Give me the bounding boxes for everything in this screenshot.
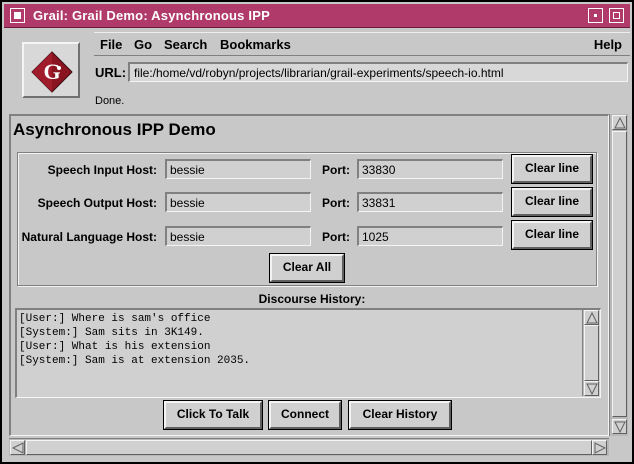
clear-line-button-3[interactable]: Clear line xyxy=(512,221,592,249)
history-scroll-up-button[interactable] xyxy=(584,310,599,325)
natural-language-host-label: Natural Language Host: xyxy=(21,230,157,244)
natural-language-port-label: Port: xyxy=(322,230,350,244)
history-scroll-thumb[interactable] xyxy=(584,325,599,381)
click-to-talk-button[interactable]: Click To Talk xyxy=(164,401,262,429)
speech-input-host-field[interactable]: bessie xyxy=(165,159,311,179)
page-scroll-thumb[interactable] xyxy=(612,131,627,417)
url-label: URL: xyxy=(95,65,127,80)
page-scroll-down-button[interactable] xyxy=(612,419,627,434)
speech-output-host-field[interactable]: bessie xyxy=(165,192,311,212)
page-scroll-left-button[interactable] xyxy=(10,440,25,455)
browser-window: Grail: Grail Demo: Asynchronous IPP G Fi… xyxy=(0,0,634,464)
menu-file[interactable]: File xyxy=(100,37,122,52)
speech-input-port-label: Port: xyxy=(322,163,350,177)
connect-button[interactable]: Connect xyxy=(269,401,341,429)
speech-input-port-field[interactable]: 33830 xyxy=(357,159,503,179)
page-title: Asynchronous IPP Demo xyxy=(13,120,216,139)
arrow-right-icon xyxy=(594,442,606,454)
history-line: [System:] Sam is at extension 2035. xyxy=(19,355,251,367)
minimize-button[interactable] xyxy=(588,8,603,23)
page-scroll-right-button[interactable] xyxy=(592,440,607,455)
maximize-icon xyxy=(613,12,620,19)
window-menu-icon xyxy=(14,12,21,19)
arrow-down-icon xyxy=(614,421,626,433)
status-text: Done. xyxy=(95,95,125,107)
menu-go[interactable]: Go xyxy=(134,37,152,52)
arrow-left-icon xyxy=(12,442,24,454)
speech-output-port-field[interactable]: 33831 xyxy=(357,192,503,212)
history-vertical-scrollbar[interactable] xyxy=(582,310,599,396)
arrow-up-icon xyxy=(614,117,626,129)
discourse-history-label: Discourse History: xyxy=(258,292,366,306)
window-menu-button[interactable] xyxy=(10,8,25,23)
history-lines: [User:] Where is sam's office [System:] … xyxy=(19,312,579,368)
grail-logo-icon: G xyxy=(31,51,73,93)
natural-language-port-field[interactable]: 1025 xyxy=(357,226,503,246)
history-line: [User:] What is his extension xyxy=(19,341,211,353)
page-scroll-up-button[interactable] xyxy=(612,115,627,130)
clear-history-button[interactable]: Clear History xyxy=(349,401,451,429)
natural-language-host-field[interactable]: bessie xyxy=(165,226,311,246)
history-scroll-down-button[interactable] xyxy=(584,381,599,396)
svg-text:G: G xyxy=(43,59,60,84)
clear-line-button-1[interactable]: Clear line xyxy=(512,155,592,183)
clear-line-button-2[interactable]: Clear line xyxy=(512,188,592,216)
speech-output-host-label: Speech Output Host: xyxy=(37,196,157,210)
speech-input-host-label: Speech Input Host: xyxy=(47,163,157,177)
speech-output-port-label: Port: xyxy=(322,196,350,210)
menu-search[interactable]: Search xyxy=(164,37,207,52)
minimize-icon xyxy=(594,14,597,17)
url-input[interactable]: file:/home/vd/robyn/projects/librarian/g… xyxy=(128,62,628,82)
window-title: Grail: Grail Demo: Asynchronous IPP xyxy=(33,8,270,23)
clear-all-button[interactable]: Clear All xyxy=(270,254,344,282)
arrow-down-icon xyxy=(586,383,598,395)
page-vertical-scrollbar[interactable] xyxy=(609,114,628,436)
menu-bookmarks[interactable]: Bookmarks xyxy=(220,37,291,52)
grail-logo-button[interactable]: G xyxy=(22,42,80,98)
maximize-button[interactable] xyxy=(609,8,624,23)
history-line: [User:] Where is sam's office xyxy=(19,313,211,325)
menu-help[interactable]: Help xyxy=(594,37,622,52)
page-hscroll-thumb[interactable] xyxy=(26,440,592,455)
menu-bar: File Go Search Bookmarks Help xyxy=(94,32,630,56)
title-bar[interactable]: Grail: Grail Demo: Asynchronous IPP xyxy=(4,4,630,28)
history-line: [System:] Sam sits in 3K149. xyxy=(19,327,204,339)
discourse-history-textarea[interactable]: [User:] Where is sam's office [System:] … xyxy=(15,308,601,398)
arrow-up-icon xyxy=(586,312,598,324)
page-horizontal-scrollbar[interactable] xyxy=(9,438,609,456)
